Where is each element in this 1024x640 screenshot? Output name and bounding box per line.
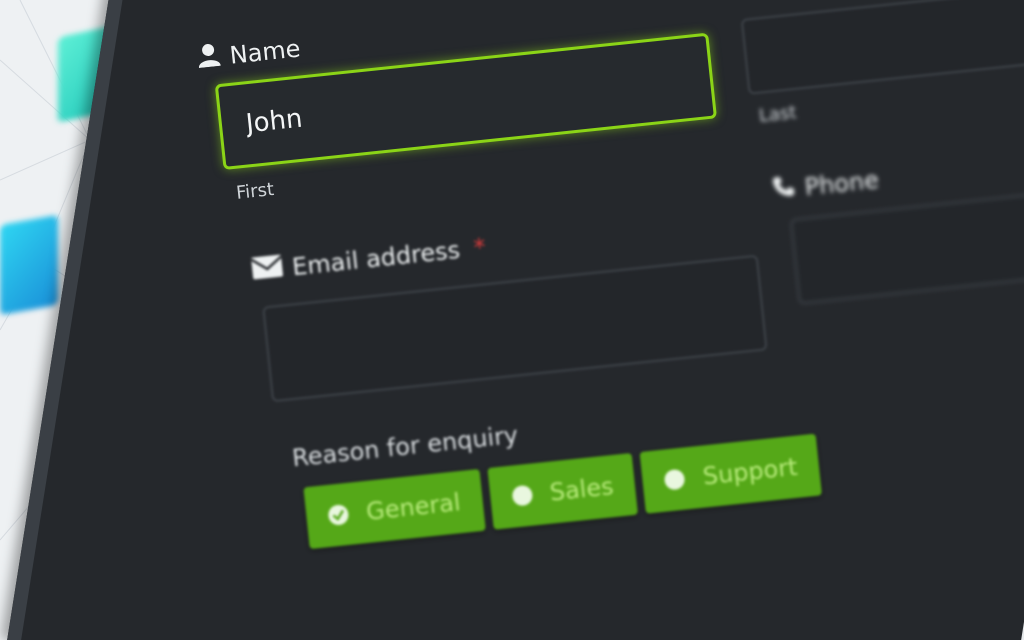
last-name-sublabel: Last [757,101,798,127]
phone-icon [771,175,796,205]
email-label: Email address [290,235,462,282]
last-name-input[interactable] [742,0,1024,93]
required-indicator: * [472,233,488,263]
last-name-field[interactable] [740,0,1024,95]
reason-option-sales[interactable]: Sales [486,452,639,530]
email-label-group: Email address * [250,233,488,286]
contact-form: Name First Last Email address * Phone Re… [114,0,1024,578]
radio-empty-icon [511,484,533,507]
reason-option-label: Sales [548,472,615,507]
check-icon [327,503,350,526]
first-name-sublabel: First [235,178,276,204]
phone-label: Phone [803,165,881,202]
envelope-icon [250,254,284,286]
phone-input[interactable] [792,189,1024,303]
phone-label-group: Phone [771,166,880,205]
email-input[interactable] [264,256,766,401]
radio-empty-icon [664,468,687,491]
user-icon [196,42,221,74]
reason-label: Reason for enquiry [290,420,520,473]
reason-option-label: General [364,488,462,526]
phone-field[interactable] [789,187,1024,305]
reason-option-general[interactable]: General [303,468,486,550]
reason-option-label: Support [701,452,799,491]
decorative-cube [0,214,58,316]
name-label: Name [228,34,302,70]
reason-option-support[interactable]: Support [639,433,823,514]
email-field[interactable] [262,254,768,403]
name-label-group: Name [196,33,302,74]
